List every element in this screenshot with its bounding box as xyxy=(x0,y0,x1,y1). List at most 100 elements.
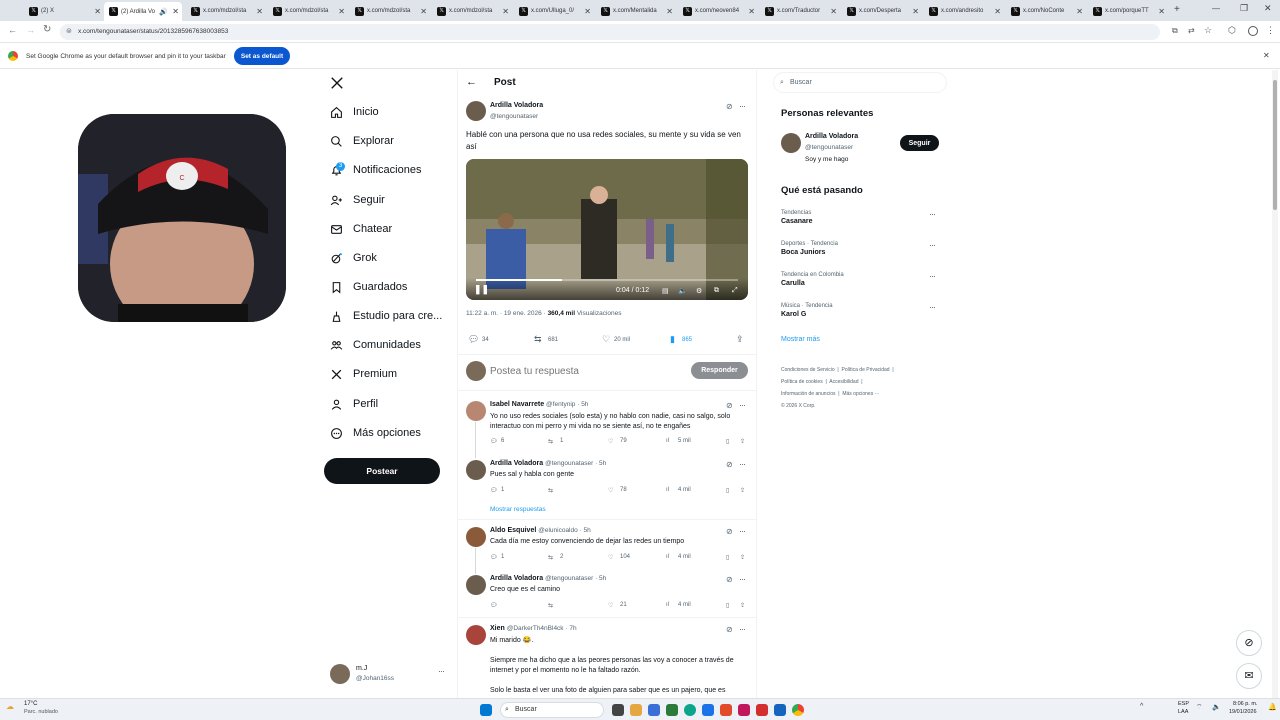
sidebar-item-grok[interactable]: Grok xyxy=(330,246,377,270)
pause-icon[interactable]: ❚❚ xyxy=(474,284,489,295)
bookmark-filled-icon[interactable]: ▮ xyxy=(670,334,675,345)
close-tab-icon[interactable]: ✕ xyxy=(1076,7,1083,16)
like-icon[interactable]: ♡ xyxy=(608,602,613,609)
set-default-button[interactable]: Set as default xyxy=(234,47,290,65)
share-icon[interactable]: ⇪ xyxy=(740,602,745,609)
reply-icon[interactable]: 💬︎ xyxy=(490,438,498,445)
browser-tab[interactable]: 𝕏x.com/andresito ✕ xyxy=(924,3,1004,19)
more-dots-icon[interactable]: ··· xyxy=(438,666,445,676)
browser-tab[interactable]: 𝕏x.com/Traductor ✕ xyxy=(760,3,840,19)
avatar[interactable] xyxy=(466,101,486,121)
avatar[interactable] xyxy=(466,527,486,547)
star-icon[interactable]: ☆ xyxy=(1204,25,1212,36)
show-replies-link[interactable]: Mostrar respuestas xyxy=(490,506,546,513)
taskbar-search[interactable]: ⌕ Buscar xyxy=(500,702,604,718)
follow-button[interactable]: Seguir xyxy=(900,135,939,151)
grok-icon[interactable]: ⊘ xyxy=(726,401,733,410)
pip-icon[interactable]: ⧉ xyxy=(714,287,719,295)
close-tab-icon[interactable]: ✕ xyxy=(748,7,755,16)
like-icon[interactable]: ♡ xyxy=(608,438,613,445)
views-icon[interactable]: ıl xyxy=(666,487,669,493)
grok-icon[interactable]: ⊘ xyxy=(726,575,733,584)
video-progress-track[interactable] xyxy=(476,279,738,281)
like-icon[interactable]: ♡ xyxy=(602,334,610,345)
bookmark-icon[interactable]: ▯ xyxy=(726,554,729,561)
close-tab-icon[interactable]: ✕ xyxy=(994,7,1001,16)
account-switcher[interactable]: m.J @Johan16ss ··· xyxy=(330,662,450,686)
browser-tab-active[interactable]: 𝕏 (2) Ardilla Vo 🔊 ✕ xyxy=(104,2,182,21)
avatar[interactable] xyxy=(466,460,486,480)
browser-tab[interactable]: 𝕏x.com/Desperta ✕ xyxy=(842,3,922,19)
close-tab-icon[interactable]: ✕ xyxy=(1158,7,1165,16)
translate-icon[interactable]: ⇄ xyxy=(1188,26,1195,35)
browser-tab[interactable]: 𝕏x.com/mdzol/sta ✕ xyxy=(350,3,430,19)
new-tab-icon[interactable]: + xyxy=(1174,4,1180,15)
more-dots-icon[interactable]: ··· xyxy=(739,459,746,469)
search-input[interactable]: ⌕ Buscar xyxy=(773,72,947,93)
start-icon[interactable] xyxy=(480,704,492,716)
url-field[interactable]: ⊜ x.com/tengounataser/status/20132859676… xyxy=(60,24,1160,40)
sidebar-item-explorar[interactable]: Explorar xyxy=(330,129,394,153)
browser-tab[interactable]: 𝕏x.com/mdzol/sta ✕ xyxy=(186,3,266,19)
browser-tab[interactable]: 𝕏x.com/mdzol/sta ✕ xyxy=(432,3,512,19)
views-icon[interactable]: ıl xyxy=(666,438,669,444)
volume-icon[interactable]: 🔈 xyxy=(1212,703,1221,711)
avatar[interactable] xyxy=(466,401,486,421)
browser-tab[interactable]: 𝕏x.com/mdzol/sta ✕ xyxy=(268,3,348,19)
share-icon[interactable]: ⇪ xyxy=(740,438,745,445)
sidebar-item-premium[interactable]: Premium xyxy=(330,362,397,386)
trend-item[interactable]: Tendencia en Colombia Carulla xyxy=(781,272,941,287)
more-dots-icon[interactable]: ··· xyxy=(929,209,936,219)
app-icon[interactable] xyxy=(666,704,678,716)
captions-icon[interactable]: ▤ xyxy=(662,287,669,295)
more-dots-icon[interactable]: ··· xyxy=(739,624,746,634)
reply-input[interactable] xyxy=(490,362,680,380)
reply-icon[interactable]: 💬︎ xyxy=(490,487,498,494)
browser-tab[interactable]: 𝕏x.com/porqueTT ✕ xyxy=(1088,3,1168,19)
more-dots-icon[interactable]: ··· xyxy=(739,574,746,584)
maximize-icon[interactable]: ❐ xyxy=(1240,3,1248,14)
repost-icon[interactable]: ⇆ xyxy=(548,602,553,609)
grok-icon[interactable]: ⊘ xyxy=(726,460,733,469)
bookmark-icon[interactable]: ▯ xyxy=(726,487,729,494)
more-dots-icon[interactable]: ··· xyxy=(929,240,936,250)
speaker-icon[interactable]: 🔊 xyxy=(159,8,168,16)
close-tab-icon[interactable]: ✕ xyxy=(912,7,919,16)
profile-icon[interactable] xyxy=(1248,26,1258,36)
volume-icon[interactable]: 🔈 xyxy=(678,287,687,295)
store-icon[interactable] xyxy=(648,704,660,716)
close-tab-icon[interactable]: ✕ xyxy=(666,7,673,16)
browser-tab[interactable]: 𝕏x.com/neoven84 ✕ xyxy=(678,3,758,19)
close-tab-icon[interactable]: ✕ xyxy=(502,7,509,16)
reply-icon[interactable]: 💬︎ xyxy=(468,334,479,345)
close-tab-icon[interactable]: ✕ xyxy=(256,7,263,16)
tray-chevron-icon[interactable]: ^ xyxy=(1140,703,1143,710)
x-logo-icon[interactable] xyxy=(330,76,344,90)
more-dots-icon[interactable]: ··· xyxy=(739,526,746,536)
avatar[interactable] xyxy=(466,625,486,645)
browser-tab[interactable]: 𝕏 (2) X ✕ xyxy=(24,3,104,19)
browser-tab[interactable]: 𝕏x.com/NoConte ✕ xyxy=(1006,3,1086,19)
edge-icon[interactable] xyxy=(684,704,696,716)
reload-icon[interactable]: ↻ xyxy=(43,24,51,35)
repost-icon[interactable]: ⇆ xyxy=(548,438,553,445)
grok-floating-button[interactable]: ⊘ xyxy=(1236,630,1262,656)
repost-icon[interactable]: ⇆ xyxy=(548,487,553,494)
share-icon[interactable]: ⇪ xyxy=(736,334,744,345)
menu-icon[interactable]: ⋮ xyxy=(1266,25,1275,36)
file-explorer-icon[interactable] xyxy=(630,704,642,716)
post-button[interactable]: Postear xyxy=(324,458,440,484)
avatar[interactable] xyxy=(781,133,801,153)
scrollbar-thumb[interactable] xyxy=(1273,80,1277,210)
close-tab-icon[interactable]: ✕ xyxy=(830,7,837,16)
avatar[interactable] xyxy=(466,575,486,595)
grok-icon[interactable]: ⊘ xyxy=(726,102,733,111)
more-dots-icon[interactable]: ··· xyxy=(929,271,936,281)
settings-icon[interactable]: ⚙ xyxy=(696,287,702,295)
sidebar-item-mas-opciones[interactable]: Más opciones xyxy=(330,421,421,445)
chrome-icon[interactable] xyxy=(792,704,804,716)
install-icon[interactable]: ⧉ xyxy=(1172,26,1178,36)
browser-tab[interactable]: 𝕏x.com/Mentalida ✕ xyxy=(596,3,676,19)
reply-icon[interactable]: 💬︎ xyxy=(490,602,498,609)
close-tab-icon[interactable]: ✕ xyxy=(94,7,101,16)
